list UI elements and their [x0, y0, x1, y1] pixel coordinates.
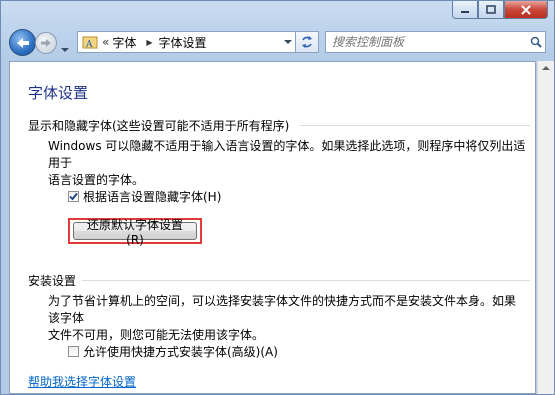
group-divider — [82, 280, 530, 281]
hide-fonts-checkbox[interactable]: 根据语言设置隐藏字体(H) — [68, 188, 221, 205]
allow-shortcut-install-checkbox[interactable]: 允许使用快捷方式安装字体(高级)(A) — [68, 343, 278, 360]
search-input[interactable] — [326, 34, 527, 50]
group-header-install: 安装设置 — [28, 274, 77, 288]
help-choose-font-settings-link[interactable]: 帮助我选择字体设置 — [28, 373, 136, 390]
forward-arrow-icon — [41, 39, 51, 47]
group-divider — [300, 125, 530, 126]
show-hide-description-line1: Windows 可以隐藏不适用于输入语言设置的字体。如果选择此选项，则程序中将仅… — [48, 139, 526, 170]
show-hide-description-line2: 语言设置的字体。 — [48, 173, 145, 187]
caption-buttons — [452, 1, 548, 19]
refresh-icon — [302, 36, 312, 48]
content-pane: 字体设置 显示和隐藏字体(这些设置可能不适用于所有程序) Windows 可以隐… — [9, 61, 536, 394]
recent-pages-dropdown[interactable] — [61, 38, 69, 57]
show-hide-description: Windows 可以隐藏不适用于输入语言设置的字体。如果选择此选项，则程序中将仅… — [48, 138, 526, 189]
close-icon — [521, 4, 531, 15]
install-description: 为了节省计算机上的空间，可以选择安装字体文件的快捷方式而不是安装文件本身。如果该… — [48, 293, 526, 344]
checkbox-box[interactable] — [68, 191, 79, 202]
svg-text:A: A — [85, 40, 93, 49]
breadcrumb-font-settings[interactable]: 字体设置 — [159, 34, 207, 51]
breadcrumb-separator-icon[interactable]: ▶ — [146, 38, 152, 47]
breadcrumb-overflow-chevron[interactable]: « — [102, 35, 109, 49]
checkmark-icon — [69, 192, 78, 201]
restore-default-font-settings-button[interactable]: 还原默认字体设置(R) — [73, 218, 197, 247]
vertical-scrollbar[interactable] — [537, 61, 554, 394]
close-button[interactable] — [504, 1, 548, 19]
chevron-down-icon — [61, 48, 69, 52]
minimize-icon — [461, 10, 469, 13]
control-panel-window: A « 字体 ▶ 字体设置 字体设置 显示和隐藏字体(这些设置 — [0, 0, 555, 395]
install-description-line2: 文件不可用，则您可能无法使用该字体。 — [48, 328, 265, 342]
scroll-up-arrow-icon[interactable] — [542, 65, 550, 71]
search-box[interactable] — [325, 31, 546, 53]
hide-fonts-label[interactable]: 根据语言设置隐藏字体(H) — [83, 188, 221, 205]
back-button[interactable] — [9, 29, 36, 56]
allow-shortcut-install-label[interactable]: 允许使用快捷方式安装字体(高级)(A) — [83, 343, 278, 360]
checkbox-box[interactable] — [68, 346, 79, 357]
breadcrumb-fonts[interactable]: 字体 — [112, 34, 136, 51]
maximize-icon — [486, 5, 496, 14]
install-description-line1: 为了节省计算机上的空间，可以选择安装字体文件的快捷方式而不是安装文件本身。如果该… — [48, 294, 517, 325]
fonts-folder-icon: A — [82, 36, 98, 49]
group-header-show-hide: 显示和隐藏字体(这些设置可能不适用于所有程序) — [28, 119, 290, 133]
search-icon[interactable] — [527, 36, 545, 48]
forward-button[interactable] — [35, 32, 57, 54]
refresh-button[interactable] — [295, 31, 319, 53]
page-title: 字体设置 — [28, 84, 89, 102]
navigation-bar: A « 字体 ▶ 字体设置 — [9, 29, 546, 57]
highlight-frame: 还原默认字体设置(R) — [68, 218, 202, 247]
minimize-button[interactable] — [452, 1, 478, 19]
maximize-button[interactable] — [478, 1, 504, 19]
back-arrow-icon — [16, 37, 29, 48]
chevron-down-icon — [284, 40, 292, 44]
